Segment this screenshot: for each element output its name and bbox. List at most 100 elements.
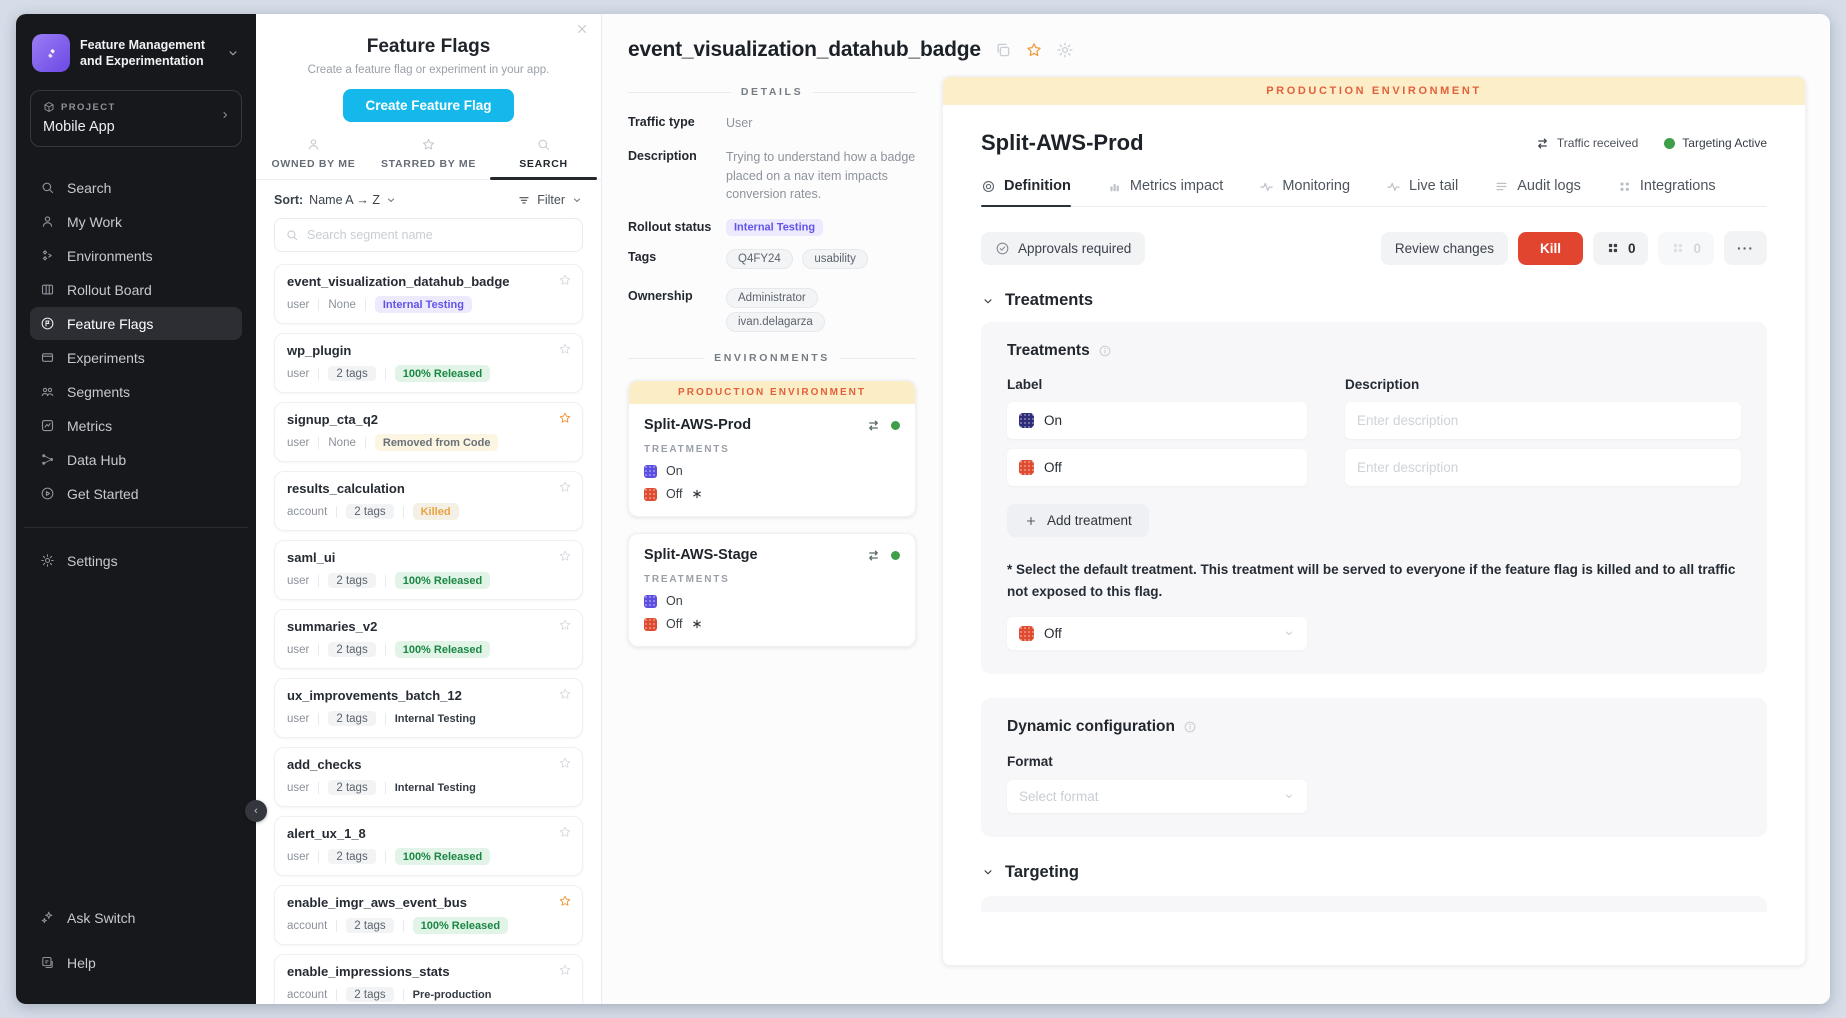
- tab-audit-logs[interactable]: Audit logs: [1494, 178, 1581, 206]
- treatment-description-input[interactable]: [1345, 402, 1741, 439]
- treatment-label-field[interactable]: Off: [1007, 449, 1307, 486]
- kill-button[interactable]: Kill: [1518, 232, 1583, 265]
- info-icon[interactable]: [1183, 720, 1197, 734]
- sidebar-item-help[interactable]: Help: [30, 946, 242, 979]
- tab-metrics-impact[interactable]: Metrics impact: [1107, 178, 1223, 206]
- flag-tags: 2 tags: [328, 366, 375, 381]
- treatment-label-field[interactable]: On: [1007, 402, 1307, 439]
- star-icon[interactable]: [558, 411, 572, 425]
- tab-live-tail[interactable]: Live tail: [1386, 178, 1458, 206]
- star-icon[interactable]: [558, 825, 572, 839]
- treatment-description-input[interactable]: [1345, 449, 1741, 486]
- environment-card-stage[interactable]: Split-AWS-Stage TREATMENTS On: [628, 533, 916, 647]
- traffic-type-value: User: [726, 114, 752, 133]
- flag-list-item[interactable]: wp_plugin user 2 tags 100% Released: [274, 333, 583, 393]
- flag-list-item[interactable]: event_visualization_datahub_badge user N…: [274, 264, 583, 324]
- approvals-required-button[interactable]: Approvals required: [981, 232, 1145, 265]
- sidebar-item-ask-switch[interactable]: Ask Switch: [30, 901, 242, 934]
- star-icon[interactable]: [558, 480, 572, 494]
- sidebar-item-rollout-board[interactable]: Rollout Board: [30, 273, 242, 306]
- tab-monitoring[interactable]: Monitoring: [1259, 178, 1350, 206]
- default-treatment-select[interactable]: Off: [1007, 617, 1307, 650]
- flag-list-item[interactable]: add_checks user 2 tags Internal Testing: [274, 747, 583, 807]
- chevron-right-icon: [219, 109, 231, 121]
- format-select[interactable]: Select format: [1007, 780, 1307, 813]
- create-feature-flag-button[interactable]: Create Feature Flag: [343, 89, 513, 122]
- sidebar-item-environments[interactable]: Environments: [30, 239, 242, 272]
- treatment-on-label: On: [666, 464, 683, 478]
- tab-integrations[interactable]: Integrations: [1617, 178, 1716, 206]
- flag-name: enable_imgr_aws_event_bus: [287, 895, 570, 910]
- info-icon[interactable]: [1098, 344, 1112, 358]
- sort-dropdown[interactable]: Name A → Z: [309, 193, 397, 207]
- flag-list-item[interactable]: alert_ux_1_8 user 2 tags 100% Released: [274, 816, 583, 876]
- tag-pill[interactable]: Q4FY24: [726, 249, 793, 269]
- targeting-card-stub: [981, 896, 1767, 912]
- add-treatment-button[interactable]: Add treatment: [1007, 504, 1149, 537]
- project-selector[interactable]: PROJECT Mobile App: [30, 90, 242, 147]
- rollout-status-badge: Internal Testing: [726, 219, 823, 236]
- star-icon[interactable]: [558, 618, 572, 632]
- sidebar-item-segments[interactable]: Segments: [30, 375, 242, 408]
- tab-starred-by-me[interactable]: STARRED BY ME: [371, 137, 486, 179]
- flag-list-item[interactable]: enable_imgr_aws_event_bus account 2 tags…: [274, 885, 583, 945]
- sidebar-item-experiments[interactable]: Experiments: [30, 341, 242, 374]
- environment-card-prod[interactable]: PRODUCTION ENVIRONMENT Split-AWS-Prod TR…: [628, 380, 916, 517]
- sidebar-item-data-hub[interactable]: Data Hub: [30, 443, 242, 476]
- star-icon[interactable]: [558, 549, 572, 563]
- tag-pill[interactable]: usability: [802, 249, 868, 269]
- active-status-dot: [891, 551, 900, 560]
- flag-list-item[interactable]: summaries_v2 user 2 tags 100% Released: [274, 609, 583, 669]
- owner-pill[interactable]: ivan.delagarza: [726, 312, 825, 332]
- treatment-on-swatch: [644, 465, 657, 478]
- close-icon[interactable]: [575, 22, 589, 36]
- owner-pill[interactable]: Administrator: [726, 288, 818, 308]
- environment-title: Split-AWS-Prod: [981, 130, 1144, 156]
- star-icon[interactable]: [558, 342, 572, 356]
- flag-title-row: event_visualization_datahub_badge: [616, 38, 1806, 62]
- star-icon[interactable]: [558, 273, 572, 287]
- sidebar-item-search[interactable]: Search: [30, 171, 242, 204]
- star-icon[interactable]: [558, 756, 572, 770]
- flag-traffic-type: user: [287, 299, 309, 311]
- sidebar-collapse-handle[interactable]: ‹: [245, 800, 267, 822]
- flag-list-item[interactable]: results_calculation account 2 tags Kille…: [274, 471, 583, 531]
- changes-counter[interactable]: 0: [1593, 232, 1649, 265]
- sidebar-item-metrics[interactable]: Metrics: [30, 409, 242, 442]
- flag-list-item[interactable]: ux_improvements_batch_12 user 2 tags Int…: [274, 678, 583, 738]
- flag-tags: 2 tags: [346, 504, 393, 519]
- review-changes-button[interactable]: Review changes: [1381, 232, 1508, 265]
- star-icon[interactable]: [558, 687, 572, 701]
- star-icon[interactable]: [558, 963, 572, 977]
- sidebar-item-feature-flags[interactable]: Feature Flags: [30, 307, 242, 340]
- filter-dropdown[interactable]: Filter: [517, 193, 583, 207]
- targeting-section-heading[interactable]: Targeting: [981, 863, 1767, 882]
- tab-definition[interactable]: Definition: [981, 178, 1071, 206]
- flag-list-item[interactable]: signup_cta_q2 user None Removed from Cod…: [274, 402, 583, 462]
- gear-icon[interactable]: [1056, 41, 1074, 59]
- flag-list-item[interactable]: saml_ui user 2 tags 100% Released: [274, 540, 583, 600]
- status-badge: Removed from Code: [375, 434, 499, 451]
- desktop-frame: Feature Management and Experimentation P…: [0, 0, 1846, 1018]
- help-icon: [40, 955, 55, 970]
- sidebar-item-get-started[interactable]: Get Started: [30, 477, 242, 510]
- bar-chart-icon: [1107, 179, 1122, 194]
- environments-icon: [40, 248, 55, 263]
- flag-search-input[interactable]: [307, 228, 572, 242]
- production-environment-banner: PRODUCTION ENVIRONMENT: [943, 77, 1805, 105]
- treatments-section-heading[interactable]: Treatments: [981, 291, 1767, 310]
- sidebar-item-settings[interactable]: Settings: [30, 544, 242, 577]
- star-icon[interactable]: [558, 894, 572, 908]
- treatments-card-title: Treatments: [1007, 342, 1090, 360]
- star-icon[interactable]: [1025, 41, 1043, 59]
- flag-list-item[interactable]: enable_impressions_stats account 2 tags …: [274, 954, 583, 1004]
- traffic-swap-icon: [866, 548, 881, 563]
- more-actions-button[interactable]: ···: [1724, 231, 1767, 265]
- flag-traffic-type: user: [287, 782, 309, 794]
- brand[interactable]: Feature Management and Experimentation: [30, 34, 242, 72]
- sidebar-item-my-work[interactable]: My Work: [30, 205, 242, 238]
- copy-icon[interactable]: [994, 41, 1012, 59]
- chevron-down-icon[interactable]: [226, 46, 240, 60]
- tab-search[interactable]: SEARCH: [486, 137, 601, 179]
- tab-owned-by-me[interactable]: OWNED BY ME: [256, 137, 371, 179]
